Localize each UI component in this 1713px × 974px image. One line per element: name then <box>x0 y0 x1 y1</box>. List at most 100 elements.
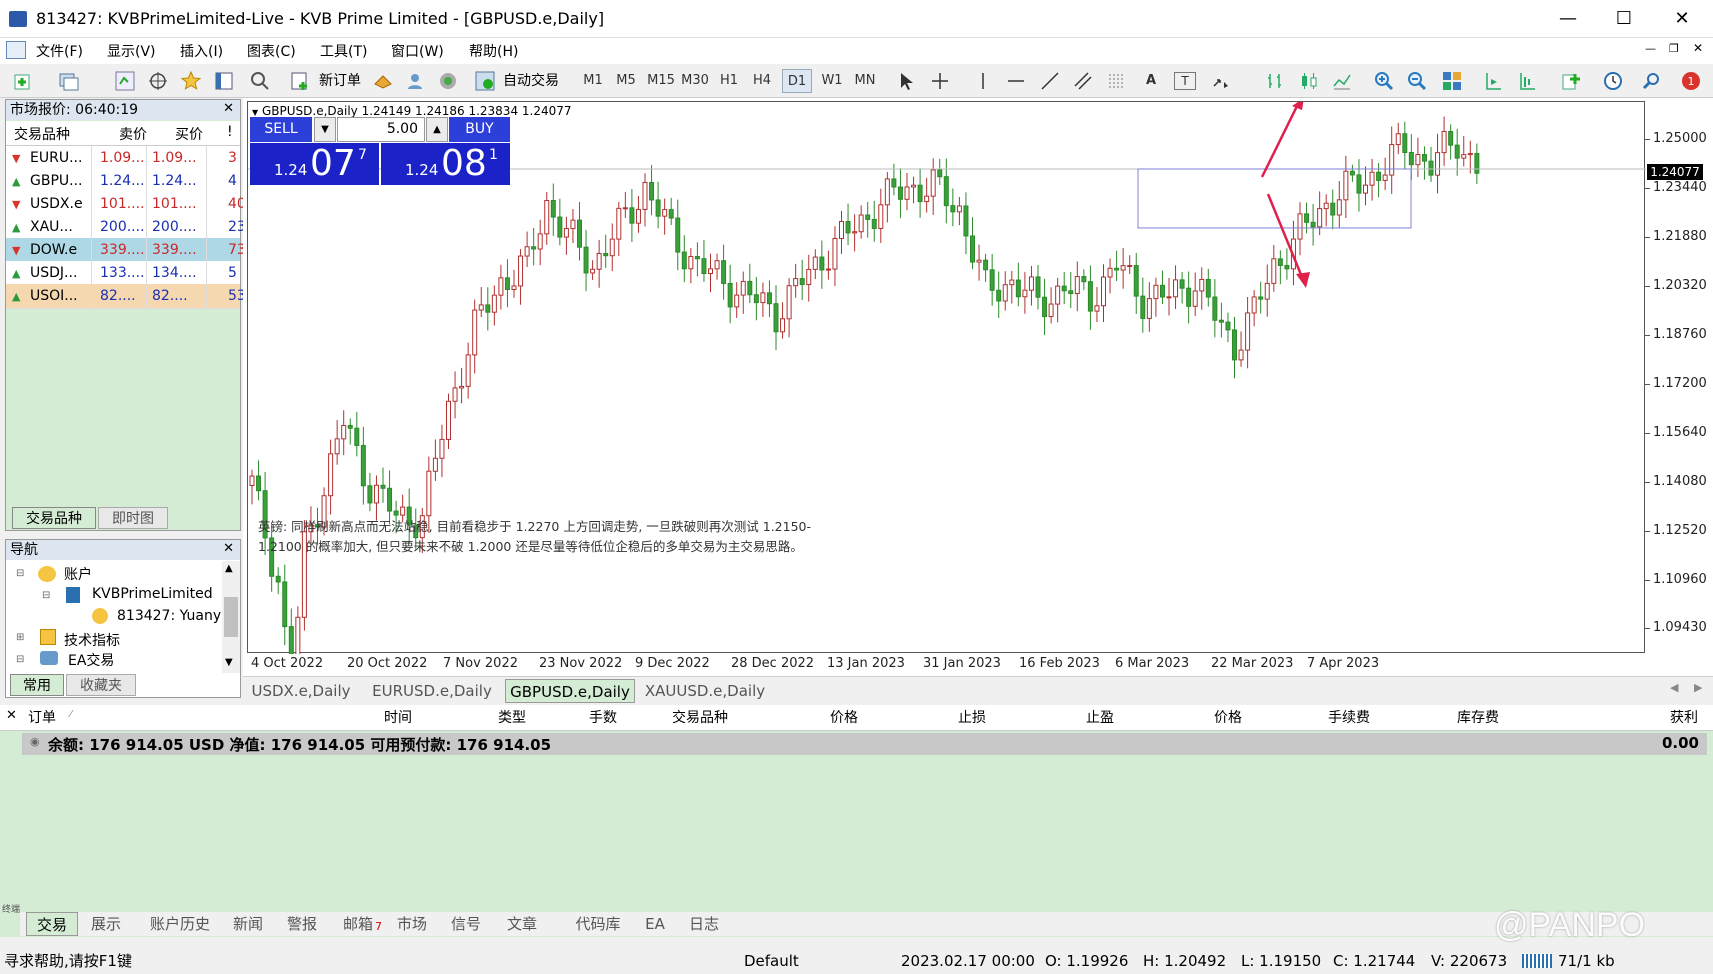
chart-plot-area[interactable]: ▼ GBPUSD.e,Daily 1.24149 1.24186 1.23834… <box>247 101 1646 654</box>
tf-d1-button[interactable]: D1 <box>782 69 812 93</box>
new-order-button[interactable]: 新订单 <box>313 69 367 93</box>
nav-accounts[interactable]: 账户 <box>64 564 92 584</box>
market-watch-row[interactable]: ▲ USDJ... 133.... 134.... 5 <box>6 261 240 286</box>
bar-chart-icon[interactable] <box>1264 70 1286 92</box>
tf-m1-button[interactable]: M1 <box>582 69 604 93</box>
buy-price-box[interactable]: 1.24 08 1 <box>381 143 510 185</box>
tree-collapse-icon[interactable]: ⊟ <box>16 654 24 665</box>
line-chart-icon[interactable] <box>1331 70 1353 92</box>
chart-shift-icon[interactable] <box>1482 70 1504 92</box>
tree-collapse-icon[interactable]: ⊟ <box>16 568 24 579</box>
metaeditor-icon[interactable] <box>372 70 394 92</box>
market-watch-icon[interactable] <box>114 70 136 92</box>
market-watch-close-icon[interactable]: ✕ <box>223 101 234 116</box>
nav-server[interactable]: KVBPrimeLimited <box>92 586 222 602</box>
terminal-tab-journal[interactable]: 日志 <box>684 912 724 936</box>
terminal-tab-history[interactable]: 账户历史 <box>140 912 220 936</box>
col-bid-header[interactable]: 卖价 <box>119 124 147 144</box>
lot-size-input[interactable]: 5.00 <box>337 117 425 142</box>
signals-icon[interactable] <box>404 70 426 92</box>
terminal-tab-mailbox[interactable]: 邮箱 <box>338 912 378 936</box>
tf-m15-button[interactable]: M15 <box>646 69 676 93</box>
menu-chart[interactable]: 图表(C) <box>247 41 296 61</box>
minimize-button[interactable]: — <box>1537 0 1599 38</box>
nav-expert-advisors[interactable]: EA交易 <box>68 650 114 670</box>
tab-tick-chart[interactable]: 即时图 <box>98 507 168 529</box>
col-profit[interactable]: 获利 <box>1670 705 1698 731</box>
market-watch-row[interactable]: ▼ EURU... 1.09... 1.09... 3 <box>6 146 240 171</box>
new-chart-icon[interactable] <box>12 70 34 92</box>
profiles-icon[interactable] <box>58 70 80 92</box>
arrows-icon[interactable] <box>1210 70 1232 92</box>
indicators-icon[interactable] <box>1560 70 1582 92</box>
terminal-icon[interactable] <box>213 70 235 92</box>
menu-view[interactable]: 显示(V) <box>107 41 156 61</box>
auto-trading-button[interactable]: 自动交易 <box>499 69 563 93</box>
menu-tools[interactable]: 工具(T) <box>320 41 367 61</box>
tf-mn-button[interactable]: MN <box>852 69 878 93</box>
terminal-tab-trade[interactable]: 交易 <box>26 912 78 936</box>
tf-h1-button[interactable]: H1 <box>718 69 740 93</box>
nav-account[interactable]: 813427: Yuany <box>117 608 221 624</box>
menu-help[interactable]: 帮助(H) <box>469 41 518 61</box>
market-watch-row[interactable]: ▼ DOW.e 339.... 339.... 73 <box>6 238 246 263</box>
scroll-thumb[interactable] <box>224 597 238 637</box>
navigator-close-icon[interactable]: ✕ <box>223 541 234 556</box>
text-tool-icon[interactable]: A <box>1141 69 1161 93</box>
col-swap[interactable]: 库存费 <box>1457 705 1499 731</box>
market-watch-row[interactable]: ▼ USDX.e 101.... 101.... 40 <box>6 192 246 217</box>
sell-price-box[interactable]: 1.24 07 7 <box>250 143 379 185</box>
tree-expand-icon[interactable]: ⊞ <box>16 632 24 643</box>
lot-increase-icon[interactable]: ▲ <box>426 117 448 142</box>
tf-m5-button[interactable]: M5 <box>614 69 638 93</box>
tf-m30-button[interactable]: M30 <box>680 69 710 93</box>
col-order[interactable]: 订单 <box>28 705 56 731</box>
menu-window[interactable]: 窗口(W) <box>391 41 444 61</box>
menu-file[interactable]: 文件(F) <box>36 41 83 61</box>
col-symbol-header[interactable]: 交易品种 <box>14 124 70 144</box>
tile-windows-icon[interactable] <box>1441 70 1463 92</box>
terminal-tab-news[interactable]: 新闻 <box>228 912 268 936</box>
scroll-up-icon[interactable]: ▲ <box>225 563 233 574</box>
tabs-scroll-left-icon[interactable]: ◀ <box>1670 681 1678 694</box>
terminal-tab-codebase[interactable]: 代码库 <box>568 912 628 936</box>
market-icon[interactable] <box>437 70 459 92</box>
terminal-tab-articles[interactable]: 文章 <box>500 912 544 936</box>
new-order-icon[interactable] <box>289 70 311 92</box>
text-label-icon[interactable]: T <box>1174 72 1196 90</box>
search-icon[interactable] <box>1641 70 1663 92</box>
terminal-tab-signals[interactable]: 信号 <box>446 912 486 936</box>
horizontal-line-icon[interactable] <box>1005 70 1027 92</box>
notifications-icon[interactable]: 1 <box>1680 70 1702 92</box>
navigator-scrollbar[interactable]: ▲ ▼ <box>222 561 240 673</box>
menu-insert[interactable]: 插入(I) <box>180 41 223 61</box>
zoom-in-icon[interactable] <box>1373 70 1395 92</box>
terminal-tab-exposure[interactable]: 展示 <box>84 912 128 936</box>
data-window-icon[interactable] <box>147 70 169 92</box>
zoom-out-icon[interactable] <box>1406 70 1428 92</box>
col-time[interactable]: 时间 <box>384 705 412 731</box>
col-type[interactable]: 类型 <box>498 705 526 731</box>
terminal-tab-alerts[interactable]: 警报 <box>282 912 322 936</box>
maximize-button[interactable]: ☐ <box>1593 0 1655 38</box>
terminal-tab-market[interactable]: 市场 <box>392 912 432 936</box>
mdi-minimize-button[interactable]: — <box>1645 42 1656 55</box>
market-watch-row[interactable]: ▲ USOI... 82.... 82.... 53 <box>6 284 246 309</box>
col-sl[interactable]: 止损 <box>958 705 986 731</box>
tab-common[interactable]: 常用 <box>10 674 64 696</box>
autoscroll-icon[interactable] <box>1516 70 1538 92</box>
tf-h4-button[interactable]: H4 <box>751 69 773 93</box>
col-symbol[interactable]: 交易品种 <box>672 705 728 731</box>
market-watch-row[interactable]: ▲ XAU... 200.... 200.... 23 <box>6 215 246 240</box>
close-button[interactable]: ✕ <box>1651 0 1713 38</box>
strategy-tester-icon[interactable] <box>249 70 271 92</box>
tabs-scroll-right-icon[interactable]: ▶ <box>1694 681 1702 694</box>
col-ask-header[interactable]: 买价 <box>175 124 203 144</box>
vertical-line-icon[interactable] <box>972 70 994 92</box>
cursor-icon[interactable] <box>895 70 917 92</box>
buy-button[interactable]: BUY <box>449 117 510 142</box>
mdi-restore-button[interactable]: ❐ <box>1669 42 1679 55</box>
col-current-price[interactable]: 价格 <box>1214 705 1242 731</box>
sell-button[interactable]: SELL <box>250 117 312 142</box>
auto-trading-icon[interactable] <box>474 70 496 92</box>
